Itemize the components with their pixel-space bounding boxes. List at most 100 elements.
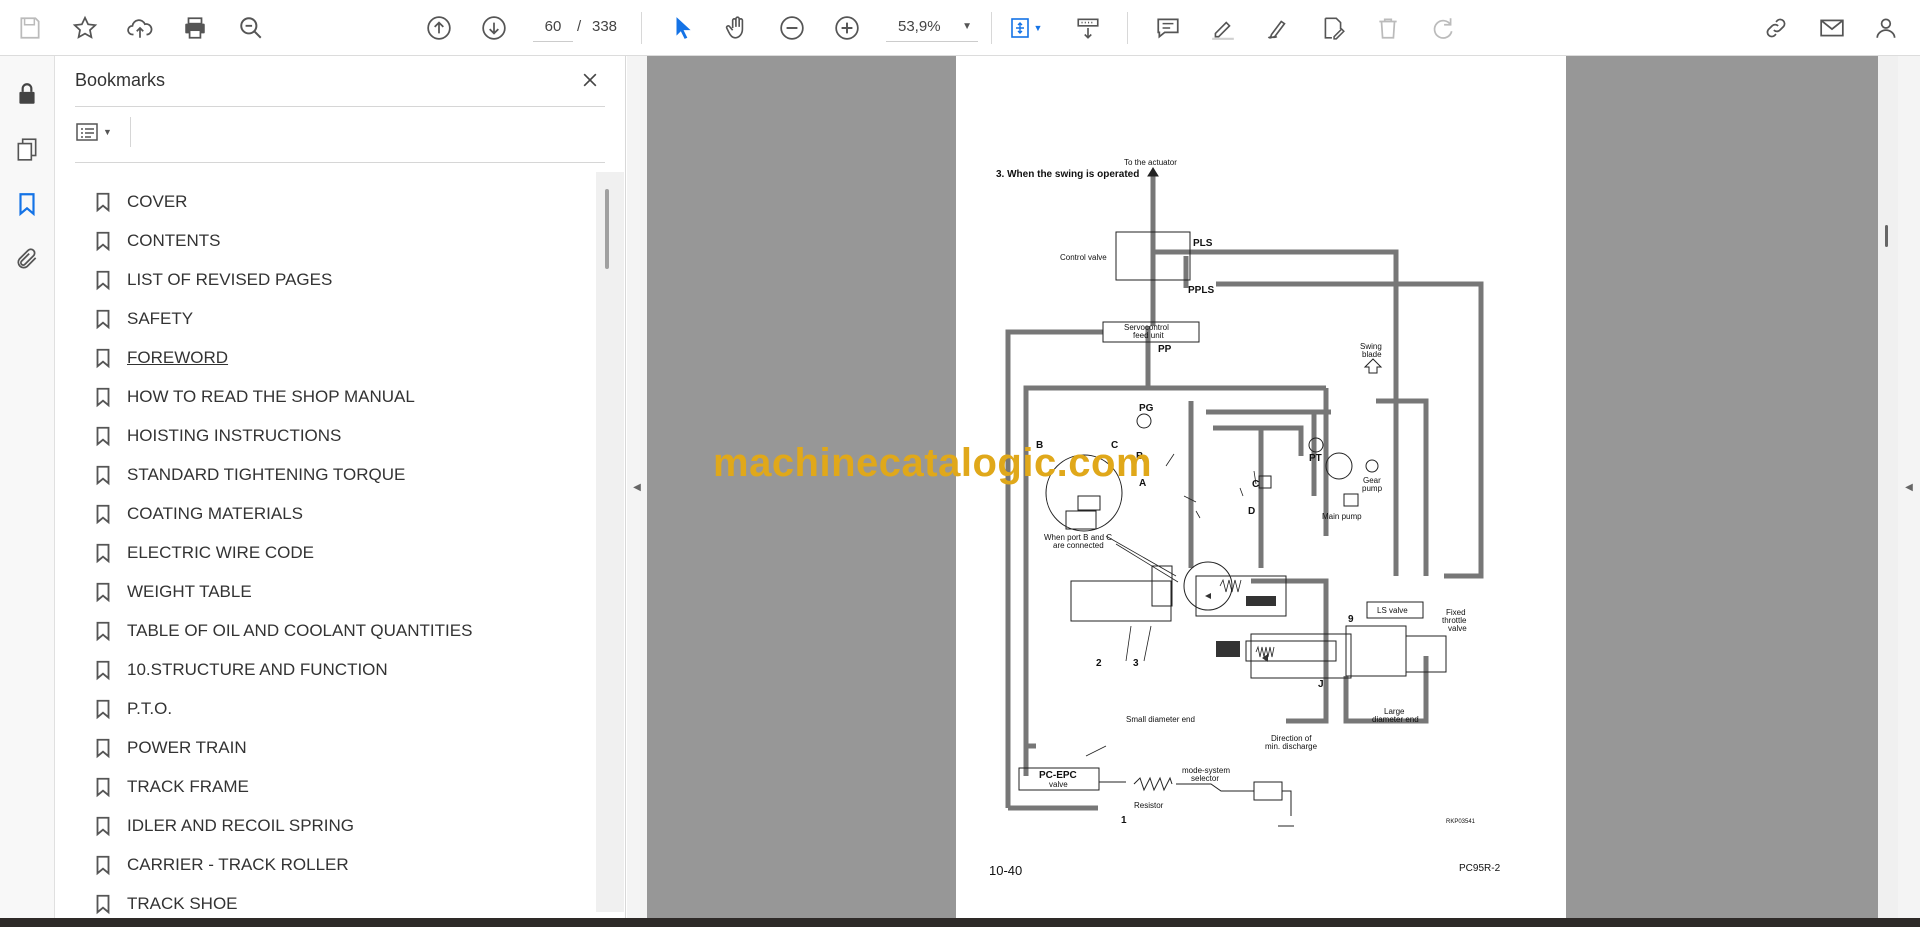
select-cursor-icon[interactable]	[665, 10, 701, 46]
bookmark-item[interactable]: IDLER AND RECOIL SPRING	[92, 811, 354, 841]
zoom-dropdown[interactable]: 53,9% ▼	[886, 12, 978, 42]
zoom-in-icon[interactable]	[829, 10, 865, 46]
bookmark-item[interactable]: STANDARD TIGHTENING TORQUE	[92, 460, 405, 490]
label-valve: valve	[1448, 624, 1467, 633]
share-link-icon[interactable]	[1758, 10, 1794, 46]
label-selector: selector	[1191, 774, 1219, 783]
label-j: J	[1318, 679, 1324, 690]
bookmark-item[interactable]: POWER TRAIN	[92, 733, 247, 763]
bookmark-item[interactable]: TRACK FRAME	[92, 772, 249, 802]
bookmark-item[interactable]: WEIGHT TABLE	[92, 577, 252, 607]
star-icon[interactable]	[67, 10, 103, 46]
bookmark-item[interactable]: CARRIER - TRACK ROLLER	[92, 850, 349, 880]
scroll-mode-icon[interactable]	[1070, 10, 1106, 46]
bookmark-icon	[96, 426, 110, 447]
bookmark-item[interactable]: 10.STRUCTURE AND FUNCTION	[92, 655, 388, 685]
bookmark-options-button[interactable]: ▼	[75, 117, 123, 147]
comment-icon[interactable]	[1150, 10, 1186, 46]
chevron-down-icon: ▼	[962, 21, 972, 32]
bookmark-icon	[96, 777, 110, 798]
bookmark-label: SAFETY	[127, 309, 194, 328]
document-scrollbar[interactable]	[1878, 56, 1898, 918]
bookmark-label: TABLE OF OIL AND COOLANT QUANTITIES	[127, 621, 473, 640]
bookmark-item[interactable]: HOISTING INSTRUCTIONS	[92, 421, 341, 451]
bookmark-panel-icon[interactable]	[12, 189, 42, 219]
lock-icon[interactable]	[12, 79, 42, 109]
page-total: 338	[592, 18, 618, 35]
bookmark-item[interactable]: HOW TO READ THE SHOP MANUAL	[92, 382, 415, 412]
zoom-out-icon[interactable]	[774, 10, 810, 46]
bookmark-item[interactable]: TABLE OF OIL AND COOLANT QUANTITIES	[92, 616, 472, 646]
bookmark-icon	[96, 855, 110, 876]
label-2: 2	[1096, 658, 1102, 669]
redo-icon[interactable]	[1425, 10, 1461, 46]
bookmark-label: FOREWORD	[127, 348, 229, 367]
label-pp: PP	[1158, 344, 1172, 355]
chevron-down-icon: ▼	[103, 127, 112, 137]
document-scroll-thumb[interactable]	[1885, 225, 1888, 247]
left-navigation-rail	[0, 56, 55, 927]
chevron-left-icon: ◀	[1905, 481, 1913, 493]
label-blade: blade	[1362, 350, 1382, 359]
bookmark-item[interactable]: COVER	[92, 187, 187, 217]
bookmark-item[interactable]: P.T.O.	[92, 694, 172, 724]
email-icon[interactable]	[1814, 10, 1850, 46]
label-c: C	[1252, 479, 1259, 490]
bookmark-scroll-thumb[interactable]	[605, 189, 609, 269]
print-icon[interactable]	[177, 10, 213, 46]
hand-tool-icon[interactable]	[719, 10, 755, 46]
label-main-pump: Main pump	[1322, 512, 1362, 521]
bookmark-icon	[96, 738, 110, 759]
bookmark-label: TRACK SHOE	[127, 894, 238, 913]
label-ref-code: RKP03541	[1446, 819, 1476, 825]
highlight-pen-icon[interactable]	[1205, 10, 1241, 46]
delete-trash-icon[interactable]	[1370, 10, 1406, 46]
previous-page-icon[interactable]	[421, 10, 457, 46]
label-feed-unit: feed unit	[1133, 331, 1164, 340]
fit-page-icon[interactable]: ▼	[1001, 10, 1049, 46]
label-3: 3	[1133, 658, 1139, 669]
bookmark-label: 10.STRUCTURE AND FUNCTION	[127, 660, 388, 679]
collapse-left-panel-button[interactable]: ◀	[627, 56, 647, 918]
upload-cloud-icon[interactable]	[122, 10, 158, 46]
draw-sign-icon[interactable]	[1260, 10, 1296, 46]
zoom-search-icon[interactable]	[233, 10, 269, 46]
bookmark-icon	[96, 309, 110, 330]
bookmark-label: HOW TO READ THE SHOP MANUAL	[127, 387, 415, 406]
page-number-input[interactable]	[533, 12, 573, 42]
account-icon[interactable]	[1869, 10, 1905, 46]
label-pump: pump	[1362, 484, 1383, 493]
label-pt: PT	[1309, 453, 1322, 464]
edit-pdf-icon[interactable]	[1315, 10, 1351, 46]
bookmark-icon	[96, 387, 110, 408]
bookmark-scrollbar[interactable]	[596, 172, 624, 912]
watermark-text: machinecatalogic.com	[713, 441, 1153, 485]
bookmark-item[interactable]: FOREWORD	[92, 343, 228, 373]
bookmark-label: IDLER AND RECOIL SPRING	[127, 816, 355, 835]
top-toolbar: / 338 53,9% ▼ ▼	[0, 0, 1920, 56]
bookmark-icon	[96, 816, 110, 837]
bookmark-item[interactable]: CONTENTS	[92, 226, 221, 256]
bookmark-label: ELECTRIC WIRE CODE	[127, 543, 315, 562]
bookmark-icon	[96, 270, 110, 291]
collapse-right-panel-button[interactable]: ◀	[1898, 56, 1920, 918]
document-viewport[interactable]: 3. When the swing is operated To the act…	[647, 56, 1878, 918]
bookmark-icon	[96, 192, 110, 213]
toolbar-divider	[641, 12, 642, 44]
page-separator: /	[577, 18, 582, 35]
close-icon[interactable]	[576, 66, 604, 94]
attachment-icon[interactable]	[12, 244, 42, 274]
save-icon[interactable]	[12, 10, 48, 46]
bookmark-label: CONTENTS	[127, 231, 221, 250]
bookmark-item[interactable]: TRACK SHOE	[92, 889, 238, 917]
bookmark-item[interactable]: ELECTRIC WIRE CODE	[92, 538, 314, 568]
next-page-icon[interactable]	[476, 10, 512, 46]
label-1: 1	[1121, 815, 1127, 826]
bookmark-label: TRACK FRAME	[127, 777, 249, 796]
bookmark-item[interactable]: SAFETY	[92, 304, 193, 334]
bookmark-list: COVER CONTENTS LIST OF REVISED PAGES SAF…	[56, 167, 596, 917]
bookmark-icon	[96, 621, 110, 642]
bookmark-item[interactable]: LIST OF REVISED PAGES	[92, 265, 332, 295]
page-thumbnails-icon[interactable]	[12, 134, 42, 164]
bookmark-item[interactable]: COATING MATERIALS	[92, 499, 303, 529]
